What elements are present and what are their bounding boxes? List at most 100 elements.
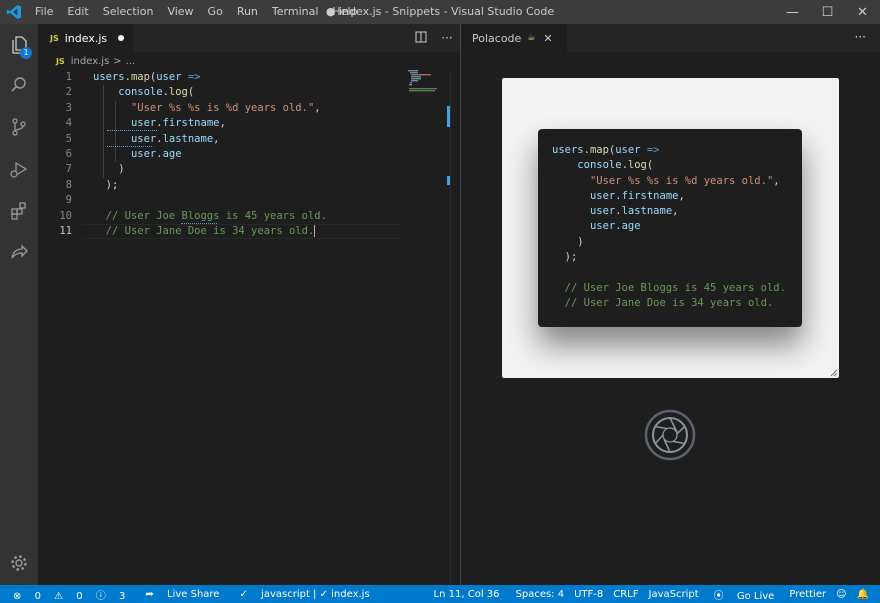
snippet-line: user.firstname, xyxy=(589,189,685,202)
menu-go[interactable]: Go xyxy=(201,0,230,24)
tab-index-js[interactable]: JS index.js xyxy=(38,24,133,52)
line-number: 2 xyxy=(65,86,72,99)
line-text: ) xyxy=(93,163,125,176)
code-line[interactable]: 5 user.lastname, xyxy=(38,132,460,147)
line-text: user.age xyxy=(130,147,182,160)
snippet-line: ); xyxy=(552,251,578,264)
live-share-icon[interactable] xyxy=(0,234,38,272)
camera-shutter-icon xyxy=(644,409,696,461)
info-icon: ⓘ xyxy=(95,590,106,602)
menu-run[interactable]: Run xyxy=(230,0,265,24)
minimap[interactable] xyxy=(408,70,448,110)
problems-indicator[interactable]: ⊗ 0 ⚠ 0 ⓘ 3 xyxy=(0,587,135,602)
code-line[interactable]: 7 ) xyxy=(38,162,460,177)
info-count: 3 xyxy=(119,590,126,602)
line-number: 9 xyxy=(65,194,72,207)
menu-edit[interactable]: Edit xyxy=(60,0,95,24)
indentation[interactable]: Spaces: 4 xyxy=(511,589,570,600)
feedback-icon[interactable]: ☺ xyxy=(831,589,851,600)
menu-bar: File Edit Selection View Go Run Terminal Help xyxy=(28,0,364,24)
settings-gear-icon[interactable] xyxy=(0,544,38,582)
code-line[interactable]: 1 users.map(user => xyxy=(38,70,460,85)
code-line[interactable]: 10 // User Joe Bloggs is 45 years old. xyxy=(38,209,460,224)
menu-selection[interactable]: Selection xyxy=(96,0,161,24)
live-share-icon: ➦ xyxy=(145,588,154,600)
window-controls: — ☐ ✕ xyxy=(775,0,880,24)
more-actions-icon[interactable]: ··· xyxy=(855,30,866,44)
breadcrumb-file[interactable]: index.js xyxy=(71,56,110,67)
maximize-icon[interactable]: ☐ xyxy=(810,0,845,24)
line-text: user.lastname, xyxy=(130,132,220,145)
snippet-preview[interactable]: users.map(user => console.log( "User %s … xyxy=(538,129,802,327)
snippet-line: console.log( xyxy=(577,159,654,172)
close-tab-icon[interactable]: ✕ xyxy=(543,32,552,45)
check-icon: ✓ xyxy=(239,588,248,600)
explorer-badge: 1 xyxy=(20,47,32,59)
code-line[interactable]: 9 xyxy=(38,193,460,208)
breadcrumb-symbol[interactable]: ... xyxy=(126,56,136,67)
tab-label: index.js xyxy=(64,31,108,45)
go-live-button[interactable]: ⦿ Go Live xyxy=(704,587,785,602)
editor-scrollbar[interactable] xyxy=(447,70,460,585)
split-editor-icon[interactable] xyxy=(408,31,434,46)
line-ending[interactable]: CRLF xyxy=(608,589,643,600)
error-icon: ⊗ xyxy=(13,590,22,602)
close-icon[interactable]: ✕ xyxy=(845,0,880,24)
activity-bar: 1 xyxy=(0,24,38,585)
more-actions-icon[interactable]: ··· xyxy=(434,31,460,45)
explorer-icon[interactable]: 1 xyxy=(0,26,38,64)
search-icon[interactable] xyxy=(0,66,38,104)
unsaved-dot-icon[interactable] xyxy=(118,35,124,41)
snippet-line: user.age xyxy=(589,220,641,233)
warning-icon: ⚠ xyxy=(54,590,64,602)
run-debug-icon[interactable] xyxy=(0,150,38,188)
cursor-position[interactable]: Ln 11, Col 36 xyxy=(429,589,505,600)
js-file-icon: JS xyxy=(56,56,65,66)
js-check-status[interactable]: ✓ javascript | ✓ index.js xyxy=(229,589,379,600)
shutter-button[interactable] xyxy=(644,409,696,461)
line-number: 10 xyxy=(59,209,72,222)
line-text: "User %s %s is %d years old.", xyxy=(130,101,321,114)
code-line[interactable]: 8 ); xyxy=(38,178,460,193)
encoding[interactable]: UTF-8 xyxy=(569,589,608,600)
line-number: 8 xyxy=(65,178,72,191)
go-live-label: Go Live xyxy=(736,590,775,602)
indent-guide xyxy=(115,100,116,163)
code-line[interactable]: 11 // User Jane Doe is 34 years old. xyxy=(38,224,460,239)
tab-polacode[interactable]: Polacode ☕ ✕ xyxy=(461,24,568,52)
code-line[interactable]: 6 user.age xyxy=(38,147,460,162)
breadcrumb: JS index.js > ... xyxy=(38,52,460,70)
line-text: // User Joe Bloggs is 45 years old. xyxy=(105,209,327,222)
live-share-status[interactable]: ➦ Live Share xyxy=(135,589,229,600)
line-text: user.firstname, xyxy=(130,117,226,130)
menu-view[interactable]: View xyxy=(160,0,200,24)
snippet-line xyxy=(552,265,802,280)
editor-actions: ··· xyxy=(408,24,460,52)
menu-help[interactable]: Help xyxy=(325,0,364,24)
menu-file[interactable]: File xyxy=(28,0,60,24)
code-line[interactable]: 4 user.firstname, xyxy=(38,116,460,131)
notifications-bell-icon[interactable]: 🔔 xyxy=(852,589,874,600)
code-line[interactable]: 3 "User %s %s is %d years old.", xyxy=(38,101,460,116)
breadcrumb-separator: > xyxy=(113,55,122,67)
source-control-icon[interactable] xyxy=(0,108,38,146)
live-share-label: Live Share xyxy=(167,588,220,600)
snippet-line: user.lastname, xyxy=(589,205,679,218)
menu-terminal[interactable]: Terminal xyxy=(265,0,326,24)
snippet-frame[interactable]: users.map(user => console.log( "User %s … xyxy=(502,78,839,378)
tab-label: Polacode xyxy=(472,31,522,45)
language-mode[interactable]: JavaScript xyxy=(644,589,704,600)
polacode-tab-icon: ☕ xyxy=(527,33,536,43)
resize-handle-icon[interactable] xyxy=(830,369,838,377)
status-bar: ⊗ 0 ⚠ 0 ⓘ 3 ➦ Live Share ✓ javascript | … xyxy=(0,585,880,603)
code-editor[interactable]: 1 users.map(user => 2 console.log(3 "User … xyxy=(38,70,460,240)
line-text: // User Jane Doe is 34 years old. xyxy=(105,224,316,238)
js-check-label: javascript | ✓ index.js xyxy=(261,588,370,600)
extensions-icon[interactable] xyxy=(0,192,38,230)
panel-tab-bar: Polacode ☕ ✕ ··· xyxy=(461,24,880,52)
line-number: 3 xyxy=(65,101,72,114)
line-text: ); xyxy=(93,178,119,191)
prettier-status[interactable]: Prettier xyxy=(784,589,831,600)
code-line[interactable]: 2 console.log( xyxy=(38,85,460,100)
minimize-icon[interactable]: — xyxy=(775,0,810,24)
